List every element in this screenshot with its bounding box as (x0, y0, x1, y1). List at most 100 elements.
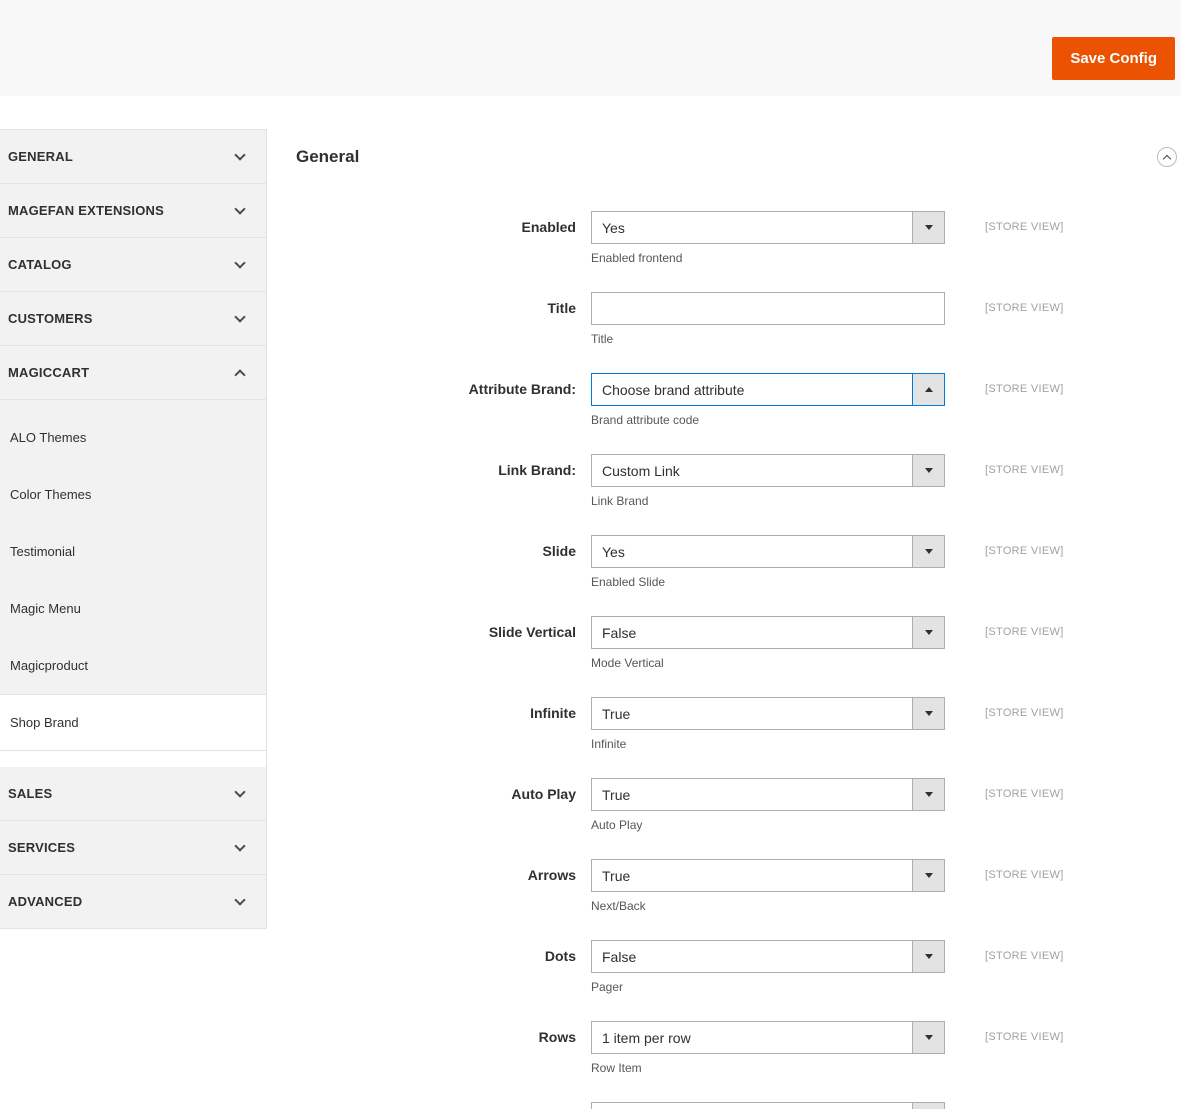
link-brand-select[interactable]: Custom Link (591, 454, 945, 487)
chevron-up-icon (1162, 154, 1172, 163)
partial-field[interactable] (591, 1102, 945, 1109)
select-value: False (602, 948, 637, 965)
section-label: MAGEFAN EXTENSIONS (8, 203, 165, 218)
sidebar-item-testimonial[interactable]: Testimonial (0, 523, 266, 580)
section-label: CATALOG (8, 257, 72, 272)
page-body: GENERAL MAGEFAN EXTENSIONS CATALOG CUSTO… (0, 96, 1181, 1109)
magiccart-submenu: ALO Themes Color Themes Testimonial Magi… (0, 400, 266, 751)
arrows-select[interactable]: True (591, 859, 945, 892)
field-label: Auto Play (511, 786, 576, 802)
select-value: Choose brand attribute (602, 381, 745, 398)
field-label: Infinite (530, 705, 576, 721)
infinite-select[interactable]: True (591, 697, 945, 730)
chevron-up-icon (234, 368, 246, 381)
field-comment: Link Brand (591, 494, 649, 508)
field-row-arrows: Arrows True Next/Back [STORE VIEW] (296, 859, 1177, 913)
section-label: ADVANCED (8, 894, 83, 909)
dots-select[interactable]: False (591, 940, 945, 973)
subitem-label: Testimonial (10, 544, 76, 559)
field-comment: Brand attribute code (591, 413, 700, 427)
scope-label: [STORE VIEW] (985, 383, 1064, 395)
attribute-brand-select[interactable]: Choose brand attribute (591, 373, 945, 406)
general-form: Enabled Yes Enabled frontend [STORE VIEW… (296, 211, 1177, 1109)
triangle-down-icon (912, 1103, 944, 1109)
sidebar-section-catalog[interactable]: CATALOG (0, 238, 266, 292)
select-value: False (602, 624, 637, 641)
sidebar-item-magicproduct[interactable]: Magicproduct (0, 637, 266, 694)
section-title: General (296, 147, 360, 166)
triangle-down-icon (912, 617, 944, 648)
sidebar-item-magic-menu[interactable]: Magic Menu (0, 580, 266, 637)
scope-label: [STORE VIEW] (985, 869, 1064, 881)
field-label (296, 1102, 576, 1109)
enabled-select[interactable]: Yes (591, 211, 945, 244)
field-row-title: Title Title [STORE VIEW] (296, 292, 1177, 346)
subitem-label: Magic Menu (10, 601, 81, 616)
sidebar-item-shop-brand[interactable]: Shop Brand (0, 694, 266, 751)
chevron-down-icon (234, 893, 246, 906)
sidebar-section-general[interactable]: GENERAL (0, 130, 266, 184)
triangle-down-icon (912, 212, 944, 243)
triangle-down-icon (912, 698, 944, 729)
section-label: GENERAL (8, 149, 73, 164)
triangle-down-icon (912, 455, 944, 486)
field-row-dots: Dots False Pager [STORE VIEW] (296, 940, 1177, 994)
select-value (592, 1103, 912, 1109)
collapse-section-icon[interactable] (1157, 147, 1177, 167)
save-config-button[interactable]: Save Config (1052, 37, 1175, 80)
field-label: Slide Vertical (488, 624, 576, 640)
field-row-infinite: Infinite True Infinite [STORE VIEW] (296, 697, 1177, 751)
field-comment: Enabled frontend (591, 251, 683, 265)
select-value: True (602, 786, 631, 803)
triangle-up-icon (912, 374, 944, 405)
sidebar-item-color-themes[interactable]: Color Themes (0, 466, 266, 523)
triangle-down-icon (912, 860, 944, 891)
select-value: Yes (602, 543, 625, 560)
chevron-down-icon (234, 202, 246, 215)
config-nav-sidebar: GENERAL MAGEFAN EXTENSIONS CATALOG CUSTO… (0, 129, 267, 929)
scope-label: [STORE VIEW] (985, 950, 1064, 962)
field-row-auto-play: Auto Play True Auto Play [STORE VIEW] (296, 778, 1177, 832)
section-label: SALES (8, 786, 53, 801)
chevron-down-icon (234, 148, 246, 161)
triangle-down-icon (912, 536, 944, 567)
page-header: Save Config (0, 0, 1181, 96)
chevron-down-icon (234, 839, 246, 852)
field-label: Title (547, 300, 576, 316)
field-label: Slide (542, 543, 576, 559)
sidebar-section-magiccart[interactable]: MAGICCART (0, 346, 266, 400)
scope-label: [STORE VIEW] (985, 707, 1064, 719)
field-comment: Row Item (591, 1061, 642, 1075)
field-comment: Next/Back (591, 899, 646, 913)
subitem-label: Color Themes (10, 487, 92, 502)
field-row-enabled: Enabled Yes Enabled frontend [STORE VIEW… (296, 211, 1177, 265)
triangle-down-icon (912, 1022, 944, 1053)
slide-vertical-select[interactable]: False (591, 616, 945, 649)
sidebar-section-advanced[interactable]: ADVANCED (0, 875, 266, 929)
sidebar-section-sales[interactable]: SALES (0, 767, 266, 821)
scope-label: [STORE VIEW] (985, 788, 1064, 800)
field-comment: Auto Play (591, 818, 643, 832)
sidebar-section-customers[interactable]: CUSTOMERS (0, 292, 266, 346)
select-value: Custom Link (602, 462, 680, 479)
field-row-partial (296, 1102, 1177, 1109)
sidebar-item-alo-themes[interactable]: ALO Themes (0, 409, 266, 466)
slide-select[interactable]: Yes (591, 535, 945, 568)
subitem-label: ALO Themes (10, 430, 87, 445)
auto-play-select[interactable]: True (591, 778, 945, 811)
title-input[interactable] (591, 292, 945, 325)
rows-select[interactable]: 1 item per row (591, 1021, 945, 1054)
sidebar-section-magefan-extensions[interactable]: MAGEFAN EXTENSIONS (0, 184, 266, 238)
sidebar-section-services[interactable]: SERVICES (0, 821, 266, 875)
scope-label: [STORE VIEW] (985, 221, 1064, 233)
chevron-down-icon (234, 785, 246, 798)
section-head: General (296, 146, 1177, 168)
select-value: Yes (602, 219, 625, 236)
scope-label: [STORE VIEW] (985, 302, 1064, 314)
field-label: Arrows (527, 867, 576, 883)
scope-label: [STORE VIEW] (985, 545, 1064, 557)
subitem-label: Magicproduct (10, 658, 89, 673)
field-label: Dots (544, 948, 576, 964)
triangle-down-icon (912, 779, 944, 810)
select-value: True (602, 705, 631, 722)
